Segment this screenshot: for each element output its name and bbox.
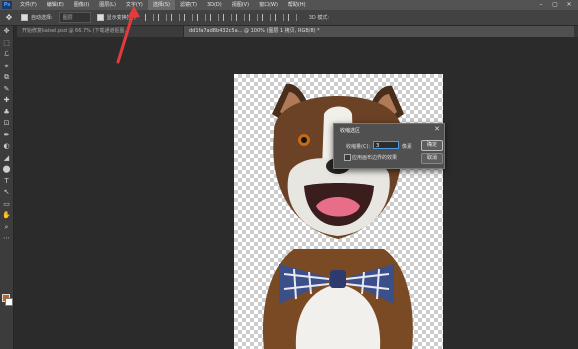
distribute-icon[interactable] xyxy=(235,14,245,21)
crop-tool-icon[interactable]: ⧉ xyxy=(0,72,13,84)
window-controls: – ▢ ✕ xyxy=(534,0,576,10)
menu-edit[interactable]: 编辑(E) xyxy=(42,0,69,10)
history-brush-tool-icon[interactable]: ✒ xyxy=(0,130,13,142)
quick-select-tool-icon[interactable]: ⌖ xyxy=(0,61,13,73)
distribute-icon[interactable] xyxy=(274,14,284,21)
stamp-tool-icon[interactable]: ⊡ xyxy=(0,118,13,130)
menu-layer[interactable]: 图层(L) xyxy=(94,0,121,10)
align-buttons xyxy=(144,14,301,21)
move-tool-icon[interactable]: ✥ xyxy=(3,13,15,23)
show-transform-label: 显示变换控件 xyxy=(106,15,137,21)
auto-select-label: 自动选择: xyxy=(31,15,53,21)
menu-file[interactable]: 文件(F) xyxy=(15,0,42,10)
close-window-icon[interactable]: ✕ xyxy=(562,0,576,10)
maximize-icon[interactable]: ▢ xyxy=(548,0,562,10)
align-icon[interactable] xyxy=(209,14,219,21)
contract-amount-input[interactable]: 3 xyxy=(373,141,399,149)
distribute-icon[interactable] xyxy=(248,14,258,21)
show-transform-checkbox[interactable] xyxy=(96,14,104,21)
apply-canvas-bounds-label: 应用画布边界的效果 xyxy=(352,155,398,161)
menu-view[interactable]: 视图(V) xyxy=(227,0,254,10)
tab-document-2[interactable]: dd1fa7ad8b432c5a... @ 100% (图层 1 拷贝, RGB… xyxy=(184,26,574,37)
align-icon[interactable] xyxy=(144,14,154,21)
ok-button[interactable]: 确定 xyxy=(421,140,443,151)
marquee-tool-icon[interactable]: ⬚ xyxy=(0,38,13,50)
eyedropper-tool-icon[interactable]: ✎ xyxy=(0,84,13,96)
dodge-tool-icon[interactable]: ⬤ xyxy=(0,164,13,176)
unit-label: 像素 xyxy=(402,144,413,150)
contract-amount-label: 收缩量(C): xyxy=(346,144,371,150)
brush-tool-icon[interactable]: ♣ xyxy=(0,107,13,119)
path-select-tool-icon[interactable]: ↖ xyxy=(0,187,13,199)
options-bar: ✥ 自动选择: 图层 显示变换控件 3D 模式: xyxy=(0,10,578,26)
auto-select-dropdown[interactable]: 图层 xyxy=(58,12,91,23)
document-canvas[interactable] xyxy=(234,74,443,349)
distribute-icon[interactable] xyxy=(222,14,232,21)
minimize-icon[interactable]: – xyxy=(534,0,548,10)
rectangle-tool-icon[interactable]: ▭ xyxy=(0,199,13,211)
gradient-tool-icon[interactable]: ◢ xyxy=(0,153,13,165)
tools-panel: ✥ ⬚ ℒ ⌖ ⧉ ✎ ✚ ♣ ⊡ ✒ ◐ ◢ ⬤ T ↖ ▭ ✋ ⌕ ⋯ xyxy=(0,26,14,349)
document-tabs: 开始修复kaisel.psd @ 66.7% (下载通道抠图... dd1fa7… xyxy=(17,26,578,37)
align-icon[interactable] xyxy=(170,14,180,21)
tab-document-1[interactable]: 开始修复kaisel.psd @ 66.7% (下载通道抠图... xyxy=(17,26,184,37)
auto-select-checkbox[interactable] xyxy=(21,14,28,21)
lasso-tool-icon[interactable]: ℒ xyxy=(0,49,13,61)
more-tools-icon[interactable]: ⋯ xyxy=(0,233,13,245)
move-tool-icon[interactable]: ✥ xyxy=(0,26,13,38)
distribute-icon[interactable] xyxy=(287,14,297,21)
menu-window[interactable]: 窗口(W) xyxy=(254,0,283,10)
menu-bar: Ps 文件(F) 编辑(E) 图像(I) 图层(L) 文字(Y) 选择(S) 滤… xyxy=(0,0,578,10)
menu-select[interactable]: 选择(S) xyxy=(147,0,175,10)
menu-type[interactable]: 文字(Y) xyxy=(121,0,148,10)
distribute-icon[interactable] xyxy=(261,14,271,21)
align-icon[interactable] xyxy=(183,14,193,21)
type-tool-icon[interactable]: T xyxy=(0,176,13,188)
zoom-tool-icon[interactable]: ⌕ xyxy=(0,222,13,234)
dialog-title: 收缩选区 xyxy=(340,128,361,134)
eraser-tool-icon[interactable]: ◐ xyxy=(0,141,13,153)
close-icon[interactable]: ✕ xyxy=(434,125,440,133)
apply-canvas-bounds-checkbox[interactable] xyxy=(344,154,351,161)
hand-tool-icon[interactable]: ✋ xyxy=(0,210,13,222)
menu-image[interactable]: 图像(I) xyxy=(69,0,94,10)
dog-cutout-image xyxy=(262,83,413,349)
3d-mode-label: 3D 模式: xyxy=(308,15,330,21)
background-color-swatch[interactable] xyxy=(5,298,13,306)
photoshop-logo: Ps xyxy=(2,1,12,9)
align-icon[interactable] xyxy=(196,14,206,21)
menu-3d[interactable]: 3D(D) xyxy=(202,0,227,10)
cancel-button[interactable]: 取消 xyxy=(421,153,443,164)
menu-help[interactable]: 帮助(H) xyxy=(283,0,311,10)
align-icon[interactable] xyxy=(157,14,167,21)
contract-selection-dialog: 收缩选区 ✕ 收缩量(C): 3 像素 应用画布边界的效果 确定 取消 xyxy=(333,123,445,169)
healing-tool-icon[interactable]: ✚ xyxy=(0,95,13,107)
menu-filter[interactable]: 滤镜(T) xyxy=(175,0,202,10)
